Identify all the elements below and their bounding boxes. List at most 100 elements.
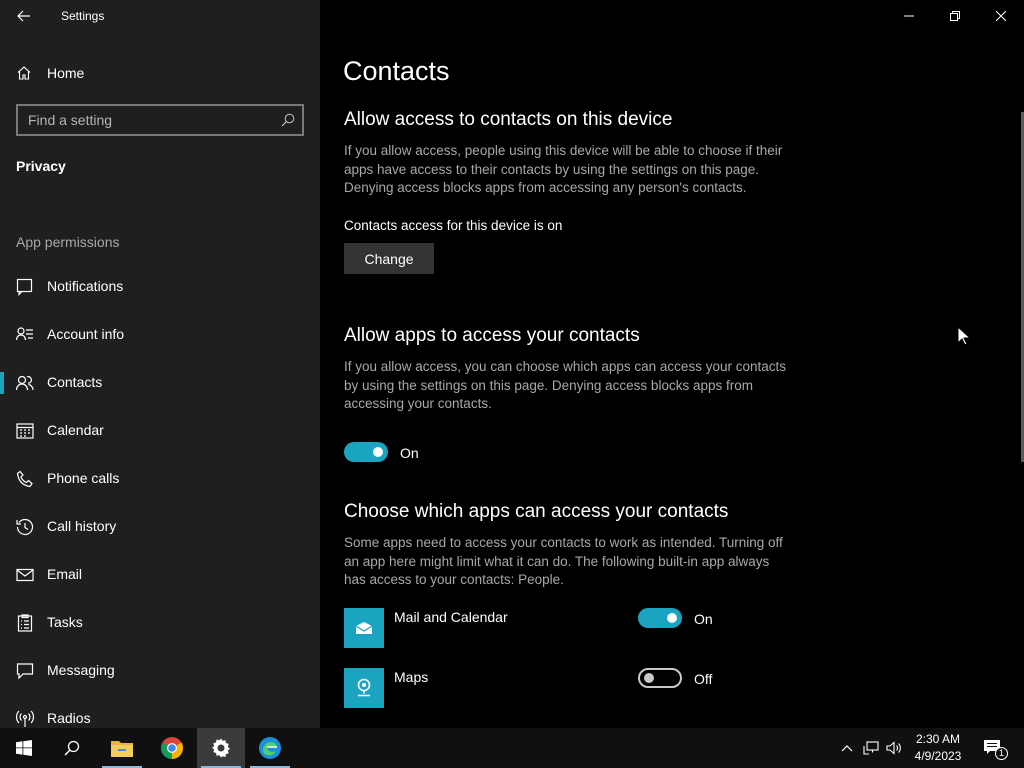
home-label: Home	[47, 65, 85, 81]
apps-access-toggle[interactable]	[344, 442, 388, 462]
mail-calendar-toggle-label: On	[694, 611, 713, 627]
choose-apps-heading: Choose which apps can access your contac…	[344, 501, 729, 522]
file-explorer-icon	[111, 741, 133, 757]
calendar-icon	[16, 423, 34, 439]
edge-button[interactable]	[246, 728, 294, 768]
search-icon[interactable]	[281, 113, 295, 127]
minimize-button[interactable]	[886, 0, 932, 32]
back-button[interactable]	[8, 4, 40, 28]
back-arrow-icon	[17, 10, 30, 22]
sidebar-item-label: Messaging	[47, 662, 115, 678]
taskbar-clock[interactable]: 2:30 AM 4/9/2023	[906, 731, 970, 765]
start-button[interactable]	[0, 728, 48, 768]
maps-icon	[357, 678, 371, 697]
notification-icon	[16, 278, 33, 296]
device-access-heading: Allow access to contacts on this device	[344, 109, 673, 130]
file-explorer-button[interactable]	[98, 728, 146, 768]
search-input[interactable]	[18, 106, 268, 134]
contacts-icon	[16, 375, 34, 391]
sidebar-item-label: Notifications	[47, 278, 124, 294]
history-icon	[16, 518, 34, 536]
choose-apps-description: Some apps need to access your contacts t…	[344, 535, 783, 587]
maps-toggle[interactable]	[638, 668, 682, 688]
network-button[interactable]	[860, 728, 882, 768]
notification-count-badge: 1	[995, 747, 1008, 760]
sidebar-item-label: Email	[47, 566, 83, 582]
sidebar-item-label: Radios	[47, 710, 91, 726]
sidebar-item-call-history[interactable]: Call history	[0, 502, 320, 550]
sidebar-item-notifications[interactable]: Notifications	[0, 262, 320, 310]
settings-icon	[212, 738, 230, 758]
taskbar: 2:30 AM 4/9/2023 1	[0, 728, 1024, 768]
sidebar-item-calendar[interactable]: Calendar	[0, 406, 320, 454]
apps-access-description: If you allow access, you can choose whic…	[344, 359, 786, 411]
app-title: Settings	[61, 9, 105, 23]
sidebar-item-label: Tasks	[47, 614, 83, 630]
search-icon	[64, 740, 80, 756]
radios-icon	[16, 710, 34, 727]
account-info-icon	[16, 327, 33, 341]
maps-app-tile	[344, 668, 384, 708]
sidebar-item-account-info[interactable]: Account info	[0, 310, 320, 358]
sidebar: Settings Home Privacy App permissions No…	[0, 0, 320, 728]
page-title: Contacts	[343, 56, 450, 86]
settings-taskbar-button[interactable]	[197, 728, 245, 768]
sidebar-item-email[interactable]: Email	[0, 550, 320, 598]
chevron-up-icon	[841, 745, 853, 752]
window-controls	[886, 0, 1024, 32]
sidebar-item-label: Contacts	[47, 374, 103, 390]
sidebar-item-messaging[interactable]: Messaging	[0, 646, 320, 694]
action-center-button[interactable]: 1	[978, 728, 1008, 768]
change-button[interactable]: Change	[344, 243, 434, 274]
device-access-status: Contacts access for this device is on	[344, 218, 563, 233]
sidebar-item-tasks[interactable]: Tasks	[0, 598, 320, 646]
toggle-knob	[644, 673, 654, 683]
start-icon	[16, 740, 32, 756]
home-nav-item[interactable]: Home	[0, 56, 320, 90]
toggle-knob	[667, 613, 677, 623]
clock-date: 4/9/2023	[914, 749, 962, 763]
app-name: Mail and Calendar	[394, 609, 508, 625]
mail-calendar-icon	[355, 622, 373, 634]
title-bar: Settings	[0, 0, 320, 32]
nav-list: Notifications Account info Contacts Cale…	[0, 262, 320, 728]
edge-icon	[259, 737, 281, 759]
close-button[interactable]	[978, 0, 1024, 32]
volume-icon	[886, 741, 901, 755]
device-access-description: If you allow access, people using this d…	[344, 143, 783, 195]
search-box[interactable]	[16, 104, 304, 136]
chrome-icon	[161, 737, 183, 759]
taskbar-search-button[interactable]	[48, 728, 96, 768]
close-icon	[996, 11, 1006, 21]
sidebar-item-phone-calls[interactable]: Phone calls	[0, 454, 320, 502]
section-title: Privacy	[16, 158, 66, 174]
maps-toggle-label: Off	[694, 671, 713, 687]
app-name: Maps	[394, 669, 429, 685]
main-content: Contacts Allow access to contacts on thi…	[320, 0, 1024, 728]
sidebar-item-label: Account info	[47, 326, 125, 342]
apps-access-heading: Allow apps to access your contacts	[344, 325, 640, 346]
sidebar-item-label: Call history	[47, 518, 117, 534]
mouse-cursor-icon	[957, 326, 971, 346]
restore-button[interactable]	[932, 0, 978, 32]
chrome-button[interactable]	[148, 728, 196, 768]
group-label: App permissions	[16, 234, 120, 250]
apps-access-toggle-label: On	[400, 445, 419, 461]
home-icon	[17, 66, 31, 80]
active-indicator	[0, 372, 4, 394]
sidebar-item-label: Phone calls	[47, 470, 120, 486]
minimize-icon	[904, 15, 914, 17]
toggle-knob	[373, 447, 383, 457]
mail-calendar-toggle[interactable]	[638, 608, 682, 628]
messaging-icon	[16, 663, 34, 680]
settings-window: Settings Home Privacy App permissions No…	[0, 0, 1024, 768]
sidebar-item-contacts[interactable]: Contacts	[0, 358, 320, 406]
volume-button[interactable]	[884, 728, 904, 768]
email-icon	[16, 568, 34, 582]
phone-icon	[16, 470, 33, 488]
restore-icon	[950, 11, 960, 21]
mail-calendar-app-tile	[344, 608, 384, 648]
sidebar-item-radios[interactable]: Radios	[0, 694, 320, 728]
clock-time: 2:30 AM	[915, 732, 961, 746]
show-hidden-icons-button[interactable]	[838, 728, 856, 768]
